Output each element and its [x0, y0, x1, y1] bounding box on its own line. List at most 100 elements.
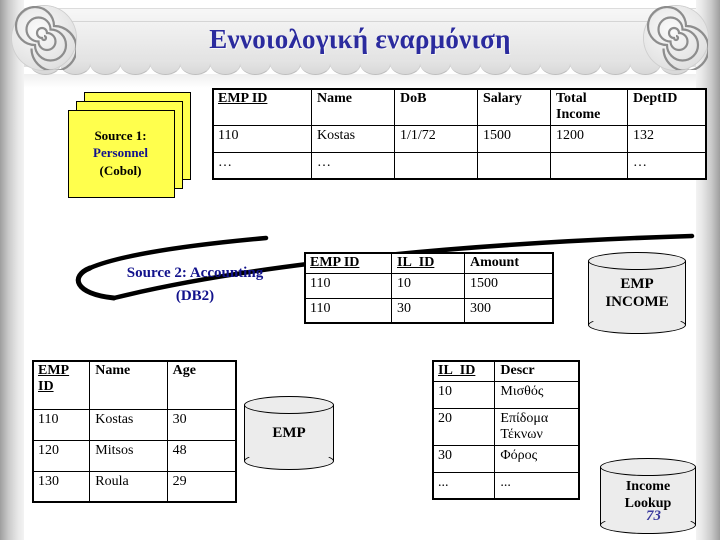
scallop	[360, 60, 391, 75]
table-cell: 1/1/72	[394, 125, 478, 153]
scallop	[480, 60, 511, 75]
table-cell: ...	[494, 472, 580, 500]
scallop	[90, 60, 121, 75]
column-header: IL_ID	[431, 360, 496, 382]
column-header-label: Total Income	[556, 91, 601, 122]
column-header: Total Income	[550, 88, 628, 126]
lookup-table-wrap: IL_ID Descr 10 Μισθός 20 Επίδομα Τέκνων 30 Φόρ…	[431, 360, 580, 500]
column-header-label: IL_ID	[397, 255, 435, 270]
table-cell: 30	[391, 298, 465, 324]
column-header: Amount	[464, 252, 554, 274]
source1-line1: Source 1:	[94, 128, 147, 144]
column-header: Descr	[494, 360, 580, 382]
accounting-table-wrap: EMP ID IL_ID Amount 110 10 1500 110 30 300	[304, 252, 554, 324]
scallop	[570, 60, 601, 75]
table-row: 20 Επίδομα Τέκνων	[431, 408, 580, 446]
column-header-label: DeptID	[633, 91, 678, 106]
table-row: 120 Mitsos 48	[31, 440, 238, 472]
table-row: ......	[431, 472, 580, 500]
table-cell: 1500	[477, 125, 551, 153]
column-header: Name	[311, 88, 395, 126]
accounting-table: EMP ID IL_ID Amount 110 10 1500 110 30 300	[304, 252, 554, 324]
table-cell: 1200	[550, 125, 628, 153]
slide-number: 73	[646, 508, 661, 524]
column-header: IL_ID	[391, 252, 465, 274]
column-header-label: Descr	[500, 363, 535, 378]
table-body: 110 Kostas 1/1/72 1500 1200 132………	[212, 125, 707, 180]
table-cell: Roula	[89, 471, 168, 503]
emp-label: EMP	[272, 425, 306, 441]
table-cell: 130	[31, 471, 91, 503]
emp-income-database-icon: EMP INCOME	[588, 252, 686, 334]
column-header-label: Name	[317, 91, 352, 106]
lookup-table: IL_ID Descr 10 Μισθός 20 Επίδομα Τέκνων 30 Φόρ…	[431, 360, 580, 500]
table-cell: 10	[431, 381, 496, 409]
table-row: 110 Kostas 30	[31, 409, 238, 441]
table-cell	[394, 152, 478, 180]
table-cell: 132	[627, 125, 707, 153]
table-cell	[477, 152, 551, 180]
table-cell: 120	[31, 440, 91, 472]
table-cell: …	[627, 152, 707, 180]
table-cell: 20	[431, 408, 496, 446]
scallop	[240, 60, 271, 75]
table-header-row: IL_ID Descr	[431, 360, 580, 382]
table-cell: Kostas	[89, 409, 168, 441]
column-header: EMP ID	[212, 88, 312, 126]
table-cell: Mitsos	[89, 440, 168, 472]
table-cell: 1500	[464, 273, 554, 299]
table-cell: …	[311, 152, 395, 180]
scallop	[540, 60, 571, 75]
source2-line2: (DB2)	[175, 288, 215, 305]
scallop	[120, 60, 151, 75]
table-cell: 300	[464, 298, 554, 324]
table-header-row: EMP ID IL_ID Amount	[304, 252, 554, 274]
income-lookup-line1: Income	[625, 479, 671, 495]
column-header-label: DoB	[400, 91, 427, 106]
table-row: ………	[212, 152, 707, 180]
scallop	[510, 60, 541, 75]
source1-line2: Personnel	[93, 145, 148, 161]
column-header-label: Salary	[483, 91, 522, 106]
scallop	[600, 60, 631, 75]
column-header-label: EMP ID	[38, 363, 70, 394]
table-row: 110 10 1500	[304, 273, 554, 299]
source2-line1: Source 2: Accounting	[126, 265, 264, 281]
column-shaft-left	[0, 0, 24, 540]
table-cell: 110	[304, 298, 392, 324]
source1-line3: (Cobol)	[99, 162, 142, 178]
table-cell: Kostas	[311, 125, 395, 153]
emp-table: EMP ID Name Age 110 Kostas 30 120 Mitsos 48 130 R…	[31, 360, 238, 503]
column-header: Age	[166, 360, 238, 410]
column-header: Name	[89, 360, 168, 410]
emp-table-wrap: EMP ID Name Age 110 Kostas 30 120 Mitsos 48 130 R…	[31, 360, 238, 503]
slide-canvas: Εννοιολογική εναρμόνιση Source 1: Person…	[0, 0, 720, 540]
table-cell: …	[212, 152, 312, 180]
column-shaft-right	[696, 0, 720, 540]
column-header-label: Amount	[470, 255, 520, 270]
table-cell: 30	[431, 445, 496, 473]
table-row: 10 Μισθός	[431, 381, 580, 409]
table-row: 110 30 300	[304, 298, 554, 324]
scallop	[150, 60, 181, 75]
column-header: EMP ID	[304, 252, 392, 274]
table-cell: 110	[304, 273, 392, 299]
column-header: DoB	[394, 88, 478, 126]
table-cell	[550, 152, 628, 180]
column-header-label: Name	[95, 363, 131, 378]
table-cell: 30	[166, 409, 238, 441]
table-body: 10 Μισθός 20 Επίδομα Τέκνων 30 Φόρος......	[431, 381, 580, 500]
scallop	[420, 60, 451, 75]
slide-title: Εννοιολογική εναρμόνιση	[209, 23, 511, 54]
scallop-fringe	[30, 60, 690, 76]
column-header-label: EMP ID	[310, 255, 360, 270]
table-header-row: EMP ID Name DoB Salary Total Income DeptID	[212, 88, 707, 126]
emp-database-icon: EMP	[244, 396, 334, 470]
scallop	[300, 60, 331, 75]
table-header-row: EMP ID Name Age	[31, 360, 238, 410]
table-cell: 110	[212, 125, 312, 153]
emp-income-label: EMP INCOME	[605, 276, 669, 310]
scallop	[330, 60, 361, 75]
column-header: DeptID	[627, 88, 707, 126]
column-header-label: EMP ID	[218, 91, 268, 106]
